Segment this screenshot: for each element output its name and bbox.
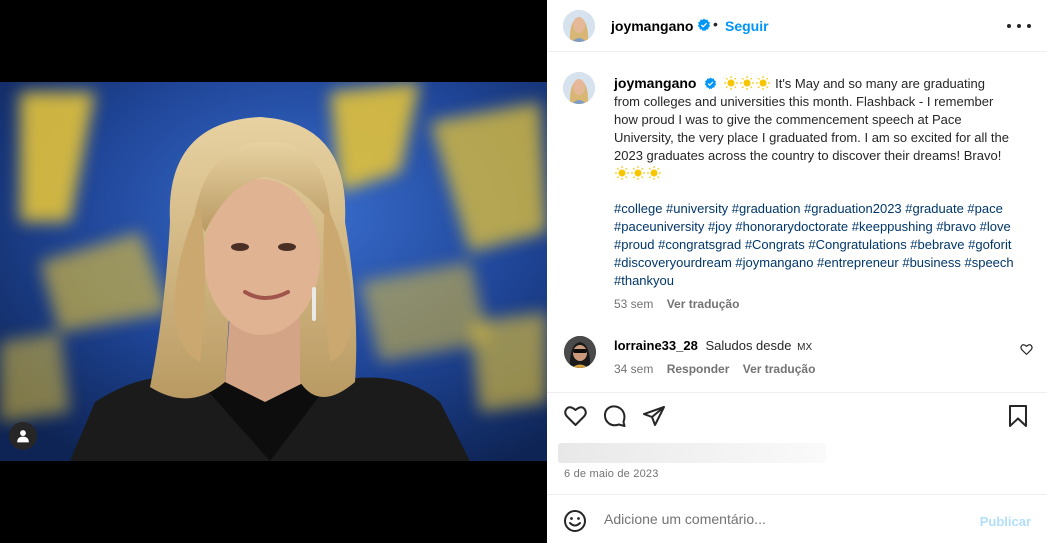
- comment-input[interactable]: [604, 511, 964, 527]
- author-avatar[interactable]: [563, 10, 595, 42]
- post-actions: [563, 404, 1031, 430]
- commenter-avatar[interactable]: [564, 336, 596, 368]
- commenter-username[interactable]: lorraine33_28: [614, 338, 698, 353]
- caption-age: 53 sem: [614, 297, 654, 311]
- post-caption: joymangano It's May and so many are grad…: [614, 74, 1014, 183]
- comment-age: 34 sem: [614, 362, 654, 376]
- sun-emoji-icon: [631, 166, 645, 180]
- post-photo[interactable]: [0, 82, 547, 461]
- caption-meta: 53 sem Ver tradução: [614, 297, 739, 311]
- comment-row: lorraine33_28 Saludos desde MX: [614, 338, 812, 353]
- post-header: joymangano • Seguir: [547, 0, 1047, 52]
- media-pane: [0, 0, 547, 543]
- caption-username[interactable]: joymangano: [614, 75, 696, 91]
- comment-translate-link[interactable]: Ver tradução: [743, 362, 816, 376]
- sun-emoji-icon: [756, 76, 771, 90]
- comment-reply-link[interactable]: Responder: [667, 362, 730, 376]
- post-side-panel: joymangano • Seguir joymangano It's May …: [547, 0, 1047, 543]
- heart-icon[interactable]: [563, 404, 588, 428]
- more-options-icon[interactable]: [1007, 16, 1031, 36]
- comment-icon[interactable]: [603, 404, 627, 428]
- share-icon[interactable]: [642, 404, 666, 428]
- publish-button[interactable]: Publicar: [980, 514, 1031, 529]
- separator-dot: •: [713, 16, 718, 32]
- user-tag-icon: [17, 430, 29, 443]
- post-date[interactable]: 6 de maio de 2023: [564, 468, 659, 480]
- comment-meta: 34 sem Responder Ver tradução: [614, 362, 815, 376]
- bookmark-icon[interactable]: [1007, 404, 1029, 428]
- comment-like-icon[interactable]: [1020, 343, 1033, 356]
- likes-count-blurred: [558, 443, 826, 463]
- caption-translate-link[interactable]: Ver tradução: [667, 297, 740, 311]
- author-username[interactable]: joymangano: [611, 18, 693, 34]
- caption-author-avatar[interactable]: [563, 72, 595, 104]
- sun-emoji-icon: [615, 166, 629, 180]
- instagram-post-modal: joymangano • Seguir joymangano It's May …: [0, 0, 1047, 543]
- divider: [547, 392, 1047, 393]
- sun-emoji-icon: [724, 76, 739, 90]
- user-tag-button[interactable]: [9, 422, 37, 450]
- sun-emoji-icon: [647, 166, 661, 180]
- verified-badge-icon: [705, 77, 717, 90]
- comment-flag: MX: [797, 342, 813, 353]
- comment-composer: Publicar: [547, 494, 1047, 543]
- comment-text: Saludos desde: [705, 338, 792, 353]
- emoji-icon[interactable]: [563, 509, 587, 533]
- follow-button[interactable]: Seguir: [725, 18, 769, 34]
- verified-badge-icon: [697, 18, 711, 32]
- sun-emoji-icon: [740, 76, 755, 90]
- caption-hashtags[interactable]: #college #university #graduation #gradua…: [614, 200, 1014, 290]
